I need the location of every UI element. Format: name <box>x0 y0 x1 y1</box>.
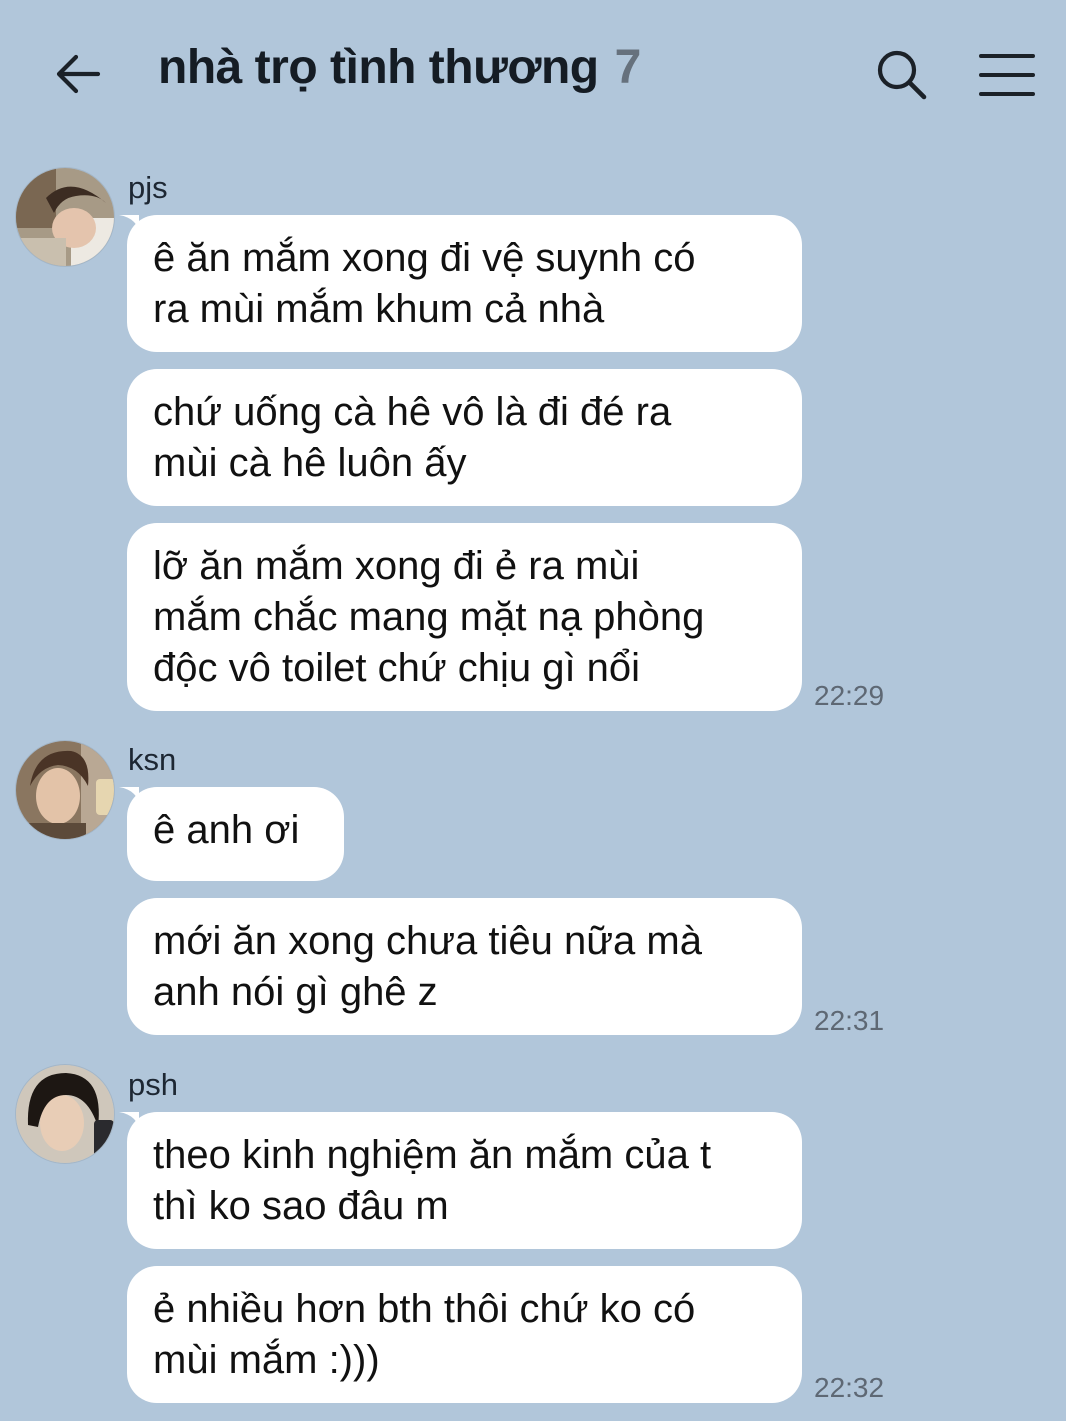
avatar-ksn[interactable] <box>15 740 115 840</box>
bubble-tail <box>119 787 139 801</box>
chat-header: nhà trọ tình thương 7 <box>0 0 1066 150</box>
menu-button[interactable] <box>978 50 1036 100</box>
search-icon <box>877 50 927 100</box>
hamburger-menu-icon <box>979 54 1035 96</box>
chat-title-area[interactable]: nhà trọ tình thương 7 <box>158 40 641 110</box>
message-timestamp: 22:29 <box>814 680 885 711</box>
arrow-left-icon <box>56 54 101 94</box>
sender-name: ksn <box>128 742 177 777</box>
avatar-pjs[interactable] <box>15 167 115 267</box>
bubble-tail <box>119 1112 139 1126</box>
bubble-tail <box>119 215 139 229</box>
message-bubble[interactable]: ê anh ơi <box>127 787 344 881</box>
search-button[interactable] <box>874 47 930 103</box>
message-timestamp: 22:32 <box>814 1372 885 1403</box>
chat-title: nhà trọ tình thương <box>158 41 599 94</box>
message-bubble[interactable]: ê ăn mắm xong đi vệ suynh có ra mùi mắm … <box>127 215 802 352</box>
sender-name: pjs <box>128 170 168 205</box>
message-bubble[interactable]: mới ăn xong chưa tiêu nữa mà anh nói gì … <box>127 898 802 1035</box>
profile-photo <box>16 1065 114 1163</box>
member-count: 7 <box>614 41 642 94</box>
message-timestamp: 22:31 <box>814 1005 885 1036</box>
sender-name: psh <box>128 1067 178 1102</box>
message-bubble[interactable]: ẻ nhiều hơn bth thôi chứ ko có mùi mắm :… <box>127 1266 802 1403</box>
back-button[interactable] <box>50 46 106 102</box>
message-bubble[interactable]: theo kinh nghiệm ăn mắm của t thì ko sao… <box>127 1112 802 1249</box>
profile-photo <box>16 741 114 839</box>
message-bubble[interactable]: lỡ ăn mắm xong đi ẻ ra mùi mắm chắc mang… <box>127 523 802 711</box>
avatar-psh[interactable] <box>15 1064 115 1164</box>
message-bubble[interactable]: chứ uống cà hê vô là đi đé ra mùi cà hê … <box>127 369 802 506</box>
profile-photo <box>16 168 114 266</box>
